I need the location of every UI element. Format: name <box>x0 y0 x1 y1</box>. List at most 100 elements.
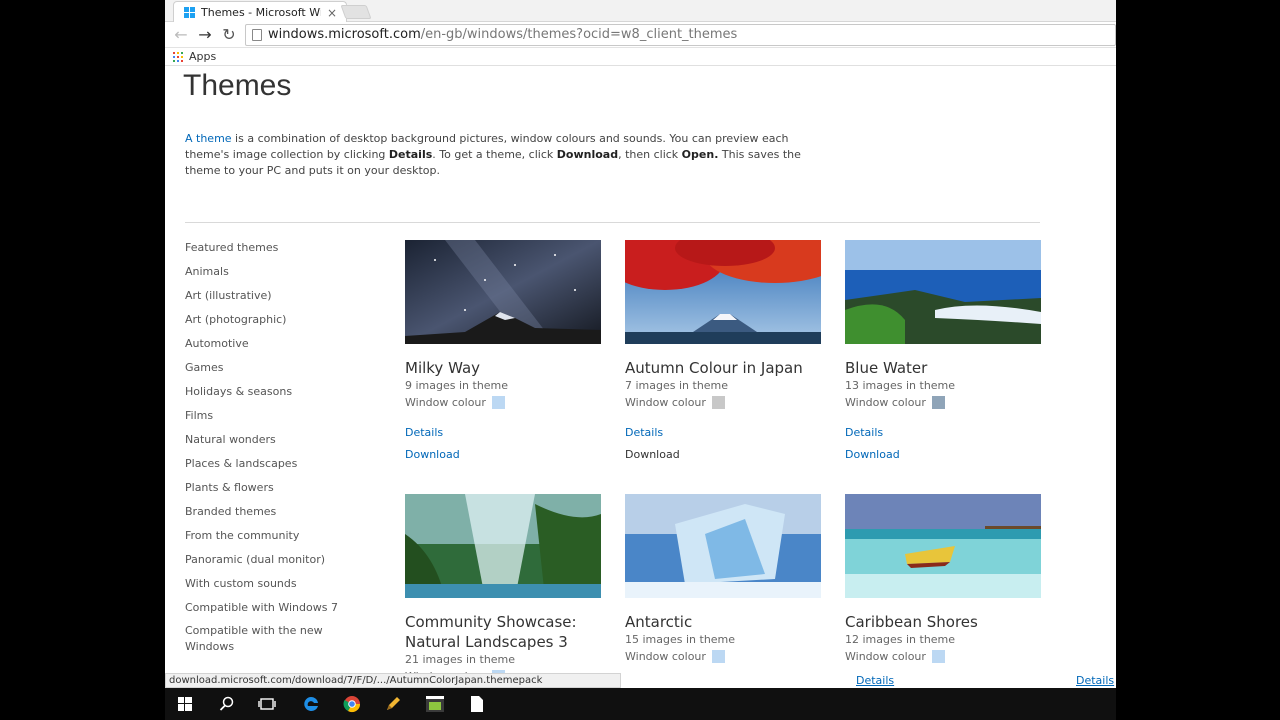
theme-title: Autumn Colour in Japan <box>625 359 803 377</box>
windows-logo-icon <box>184 7 195 18</box>
sidebar-item-branded[interactable]: Branded themes <box>185 503 345 527</box>
theme-card-autumn-japan: Autumn Colour in Japan 7 images in theme… <box>625 240 821 463</box>
url-host: windows.microsoft.com <box>268 27 421 42</box>
divider <box>185 222 1040 223</box>
sidebar-item-windows-7[interactable]: Compatible with Windows 7 <box>185 599 345 623</box>
details-link[interactable]: Details <box>1076 674 1114 687</box>
address-bar[interactable]: windows.microsoft.com/en-gb/windows/them… <box>245 24 1116 46</box>
details-link[interactable]: Details <box>625 425 821 441</box>
sidebar-item-new-windows[interactable]: Compatible with the new Windows <box>185 623 345 657</box>
page-content: Themes A theme is a combination of deskt… <box>165 67 1116 688</box>
details-link[interactable]: Details <box>405 425 601 441</box>
theme-thumbnail[interactable] <box>845 240 1041 344</box>
sidebar-item-art-illustrative[interactable]: Art (illustrative) <box>185 287 345 311</box>
theme-title: Caribbean Shores <box>845 613 978 631</box>
theme-card-milky-way: Milky Way 9 images in theme Window colou… <box>405 240 601 463</box>
colour-swatch <box>711 395 725 409</box>
download-link[interactable]: Download <box>845 447 1041 463</box>
bookmark-apps[interactable]: Apps <box>189 48 216 66</box>
window-colour-label: Window colour <box>845 649 926 663</box>
back-arrow-icon[interactable]: ← <box>171 25 191 45</box>
sidebar-item-places[interactable]: Places & landscapes <box>185 455 345 479</box>
search-icon[interactable] <box>215 692 239 716</box>
theme-thumbnail[interactable] <box>405 494 601 598</box>
window-colour-label: Window colour <box>845 395 926 409</box>
video-editor-icon[interactable] <box>423 692 447 716</box>
intro-paragraph: A theme is a combination of desktop back… <box>185 131 825 179</box>
window-colour-label: Window colour <box>625 395 706 409</box>
colour-swatch <box>931 649 945 663</box>
sidebar-item-animals[interactable]: Animals <box>185 263 345 287</box>
theme-thumbnail[interactable] <box>625 494 821 598</box>
colour-swatch <box>491 395 505 409</box>
intro-bold-download: Download <box>556 148 619 161</box>
colour-swatch <box>711 649 725 663</box>
start-windows-icon[interactable] <box>173 692 197 716</box>
category-sidebar: Featured themes Animals Art (illustrativ… <box>185 239 345 657</box>
colour-swatch <box>931 395 945 409</box>
intro-bold-open: Open. <box>681 148 719 161</box>
theme-image-count: 12 images in theme <box>845 633 956 646</box>
theme-image-count: 9 images in theme <box>405 379 509 392</box>
sidebar-item-films[interactable]: Films <box>185 407 345 431</box>
document-icon[interactable] <box>465 692 489 716</box>
details-link[interactable]: Details <box>856 674 894 687</box>
app-pencil-icon[interactable] <box>381 692 405 716</box>
tab-strip: Themes - Microsoft Windo × <box>165 0 1116 23</box>
edge-browser-icon[interactable] <box>299 692 323 716</box>
sidebar-item-plants[interactable]: Plants & flowers <box>185 479 345 503</box>
sidebar-item-panoramic[interactable]: Panoramic (dual monitor) <box>185 551 345 575</box>
sidebar-item-natural-wonders[interactable]: Natural wonders <box>185 431 345 455</box>
theme-title: Blue Water <box>845 359 928 377</box>
intro-text: . To get a theme, click <box>432 148 557 161</box>
tab-title: Themes - Microsoft Windo <box>201 6 321 19</box>
bookmarks-bar: Apps <box>165 48 1116 66</box>
new-tab-button[interactable] <box>340 5 372 19</box>
reload-icon[interactable]: ↻ <box>219 25 239 45</box>
theme-link[interactable]: A theme <box>185 132 232 145</box>
sidebar-item-featured[interactable]: Featured themes <box>185 239 345 263</box>
tab-themes[interactable]: Themes - Microsoft Windo × <box>173 1 347 23</box>
theme-card-blue-water: Blue Water 13 images in theme Window col… <box>845 240 1041 463</box>
theme-title: Community Showcase: Natural Landscapes 3 <box>405 613 577 651</box>
window-colour-row: Window colour <box>625 394 821 410</box>
theme-thumbnail[interactable] <box>625 240 821 344</box>
page-icon <box>252 29 262 41</box>
window-colour-row: Window colour <box>845 648 1041 664</box>
theme-image-count: 13 images in theme <box>845 379 956 392</box>
sidebar-item-holidays[interactable]: Holidays & seasons <box>185 383 345 407</box>
window-colour-label: Window colour <box>625 649 706 663</box>
theme-card-antarctic: Antarctic 15 images in theme Window colo… <box>625 494 821 664</box>
window-colour-row: Window colour <box>405 394 601 410</box>
browser-toolbar: ← → ↻ windows.microsoft.com/en-gb/window… <box>165 22 1116 48</box>
sidebar-item-automotive[interactable]: Automotive <box>185 335 345 359</box>
forward-arrow-icon[interactable]: → <box>195 25 215 45</box>
intro-text: , then click <box>618 148 682 161</box>
theme-image-count: 15 images in theme <box>625 633 736 646</box>
sidebar-item-games[interactable]: Games <box>185 359 345 383</box>
theme-title: Antarctic <box>625 613 693 631</box>
chrome-browser-icon[interactable] <box>340 692 364 716</box>
sidebar-item-art-photographic[interactable]: Art (photographic) <box>185 311 345 335</box>
page-title: Themes <box>183 69 292 102</box>
theme-image-count: 7 images in theme <box>625 379 729 392</box>
browser-window: Themes - Microsoft Windo × ← → ↻ windows… <box>165 0 1116 688</box>
sidebar-item-community[interactable]: From the community <box>185 527 345 551</box>
task-view-icon[interactable] <box>255 692 279 716</box>
window-colour-row: Window colour <box>625 648 821 664</box>
theme-title: Milky Way <box>405 359 481 377</box>
theme-image-count: 21 images in theme <box>405 653 516 666</box>
apps-grid-icon[interactable] <box>173 51 183 62</box>
sidebar-item-custom-sounds[interactable]: With custom sounds <box>185 575 345 599</box>
intro-bold-details: Details <box>388 148 433 161</box>
theme-thumbnail[interactable] <box>405 240 601 344</box>
tab-close-icon[interactable]: × <box>327 6 337 20</box>
download-link[interactable]: Download <box>625 447 821 463</box>
url-path: /en-gb/windows/themes?ocid=w8_client_the… <box>420 27 738 42</box>
status-bar: download.microsoft.com/download/7/F/D/..… <box>165 673 621 688</box>
theme-card-caribbean-shores: Caribbean Shores 12 images in theme Wind… <box>845 494 1041 664</box>
theme-thumbnail[interactable] <box>845 494 1041 598</box>
theme-card-community-showcase: Community Showcase: Natural Landscapes 3… <box>405 494 601 684</box>
details-link[interactable]: Details <box>845 425 1041 441</box>
download-link[interactable]: Download <box>405 447 601 463</box>
